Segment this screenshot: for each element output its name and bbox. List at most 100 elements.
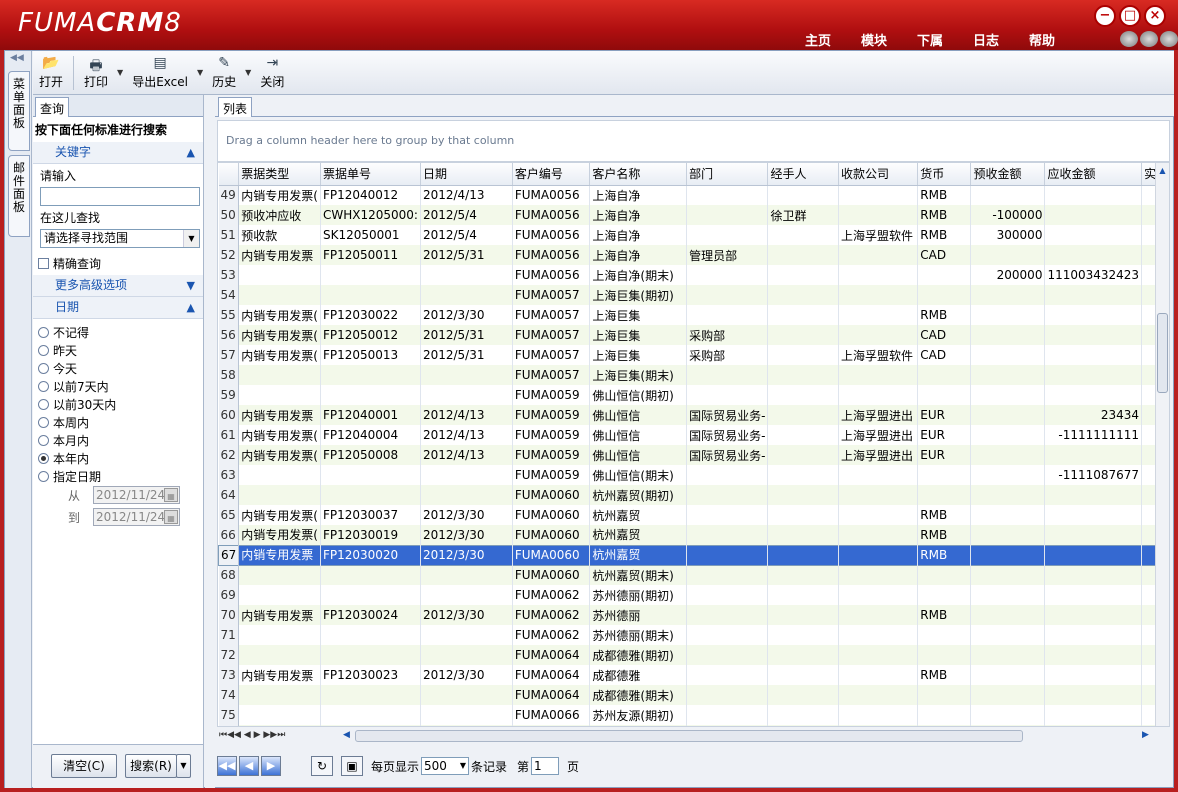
close-window-button[interactable]: ×: [1144, 5, 1166, 27]
minimize-button[interactable]: −: [1094, 5, 1116, 27]
exact-query-checkbox[interactable]: 精确查询: [33, 254, 203, 272]
table-row[interactable]: 53 FUMA0056 上海自净(期末) 200000 111003432423: [218, 265, 1169, 285]
table-row[interactable]: 61 内销专用发票(FP12040004 2012/4/13 FUMA0059 佛山恒信…: [218, 425, 1169, 445]
column-header[interactable]: 预收金额: [970, 163, 1046, 186]
table-row[interactable]: 59 FUMA0059 佛山恒信(期初): [218, 385, 1169, 405]
nav-item-2[interactable]: 下属: [902, 30, 958, 49]
group-by-area[interactable]: Drag a column header here to group by th…: [217, 120, 1170, 162]
restore-button[interactable]: □: [1119, 5, 1141, 27]
date-option-1[interactable]: 昨天: [33, 341, 203, 359]
table-row[interactable]: 51 预收款 SK12050001 2012/5/4 FUMA0056 上海自净 上海孚盟软…: [218, 225, 1169, 245]
table-row[interactable]: 49 内销专用发票(FP12040012 2012/4/13 FUMA0056 上海自净…: [218, 185, 1169, 205]
advanced-options-header[interactable]: 更多高级选项 ▼: [33, 275, 203, 297]
from-date-input[interactable]: 2012/11/24 ▦: [93, 486, 180, 504]
export-dropdown-icon[interactable]: ▼: [197, 68, 203, 77]
date-option-4[interactable]: 以前30天内: [33, 395, 203, 413]
prev-page-button[interactable]: ◀: [239, 756, 259, 776]
vertical-scroll-thumb[interactable]: [1157, 313, 1168, 393]
column-header[interactable]: 收款公司: [838, 163, 919, 186]
record-nav-icons[interactable]: ⏮◀◀ ◀ ▶ ▶▶⏭: [219, 730, 285, 740]
table-row[interactable]: 69 FUMA0062 苏州德丽(期初): [218, 585, 1169, 605]
table-row[interactable]: 67 内销专用发票 FP12030020 2012/3/30 FUMA0060 杭州嘉贸 R…: [218, 545, 1169, 565]
table-row[interactable]: 56 内销专用发票(FP12050012 2012/5/31 FUMA0057 上海巨集…: [218, 325, 1169, 345]
history-dropdown-icon[interactable]: ▼: [245, 68, 251, 77]
theme-button-3[interactable]: [1160, 31, 1178, 47]
table-row[interactable]: 76内销专用发票FP120300212012/3/30FUMA0066苏州友源 R…: [218, 725, 1169, 726]
table-row[interactable]: 66 内销专用发票(FP12030019 2012/3/30 FUMA0060 杭州嘉贸…: [218, 525, 1169, 545]
page-input[interactable]: 1: [531, 757, 560, 775]
column-header[interactable]: 部门: [686, 163, 769, 186]
date-option-5[interactable]: 本周内: [33, 413, 203, 431]
table-row[interactable]: 73 内销专用发票 FP12030023 2012/3/30 FUMA0064 成都德雅 R…: [218, 665, 1169, 685]
table-row[interactable]: 58 FUMA0057 上海巨集(期末): [218, 365, 1169, 385]
nav-item-4[interactable]: 帮助: [1014, 30, 1070, 49]
table-row[interactable]: 71 FUMA0062 苏州德丽(期末): [218, 625, 1169, 645]
column-header[interactable]: 应收金额: [1044, 163, 1143, 186]
table-row[interactable]: 74 FUMA0064 成都德雅(期末): [218, 685, 1169, 705]
theme-button-2[interactable]: [1140, 31, 1158, 47]
close-button[interactable]: ⇥ 关闭: [254, 53, 290, 93]
table-row[interactable]: 60 内销专用发票 FP12040001 2012/4/13 FUMA0059 佛山恒信国…: [218, 405, 1169, 425]
tab-list[interactable]: 列表: [218, 97, 253, 117]
scroll-left-icon[interactable]: ◀: [343, 730, 350, 740]
nav-item-1[interactable]: 模块: [846, 30, 902, 49]
table-row[interactable]: 52 内销专用发票 FP12050011 2012/5/31 FUMA0056 上海自净管…: [218, 245, 1169, 265]
to-date-input[interactable]: 2012/11/24 ▦: [93, 508, 180, 526]
keyword-section-header[interactable]: 关键字 ▲: [33, 142, 203, 164]
calendar-icon[interactable]: ▦: [164, 510, 178, 524]
date-option-7[interactable]: 本年内: [33, 449, 203, 467]
clear-button[interactable]: 清空(C): [51, 754, 117, 778]
refresh-icon[interactable]: ↻: [311, 756, 333, 776]
table-row[interactable]: 75 FUMA0066 苏州友源(期初): [218, 705, 1169, 725]
table-row[interactable]: 57 内销专用发票(FP12050013 2012/5/31 FUMA0057 上海巨集…: [218, 345, 1169, 365]
table-row[interactable]: 55 内销专用发票(FP12030022 2012/3/30 FUMA0057 上海巨集…: [218, 305, 1169, 325]
calendar-icon[interactable]: ▦: [164, 488, 178, 502]
table-row[interactable]: 63 FUMA0059 佛山恒信(期末) -1111087677: [218, 465, 1169, 485]
table-row[interactable]: 68 FUMA0060 杭州嘉贸(期末): [218, 565, 1169, 585]
tab-menu-panel[interactable]: 菜单面板: [8, 71, 30, 151]
print-dropdown-icon[interactable]: ▼: [117, 68, 123, 77]
table-row[interactable]: 64 FUMA0060 杭州嘉贸(期初): [218, 485, 1169, 505]
table-row[interactable]: 54 FUMA0057 上海巨集(期初): [218, 285, 1169, 305]
print-button[interactable]: 🖶 打印: [78, 53, 114, 93]
keyword-input[interactable]: [40, 187, 200, 206]
date-option-6[interactable]: 本月内: [33, 431, 203, 449]
export-excel-button[interactable]: ▤ 导出Excel: [126, 53, 194, 93]
table-row[interactable]: 50 预收冲应收 CWHX1205000: 2012/5/4 FUMA0056 上海自净 徐…: [218, 205, 1169, 225]
column-header[interactable]: 货币: [917, 163, 972, 186]
tab-query[interactable]: 查询: [35, 97, 70, 117]
history-button[interactable]: ✎ 历史: [206, 53, 242, 93]
date-section-header[interactable]: 日期 ▲: [33, 297, 203, 319]
panel-splitter[interactable]: [205, 95, 215, 788]
column-header[interactable]: 票据类型: [238, 163, 321, 186]
table-row[interactable]: 65 内销专用发票(FP12030037 2012/3/30 FUMA0060 杭州嘉贸…: [218, 505, 1169, 525]
scroll-up-icon[interactable]: ▲: [1156, 163, 1169, 175]
tab-mail-panel[interactable]: 邮件面板: [8, 155, 30, 237]
date-option-8[interactable]: 指定日期: [33, 467, 203, 485]
search-dropdown-icon[interactable]: ▼: [176, 754, 191, 778]
scroll-right-icon[interactable]: ▶: [1142, 730, 1149, 740]
date-option-3[interactable]: 以前7天内: [33, 377, 203, 395]
column-header[interactable]: 客户名称: [589, 163, 688, 186]
horizontal-scrollbar[interactable]: [355, 730, 1023, 742]
theme-button-1[interactable]: [1120, 31, 1138, 47]
open-button[interactable]: 📂 打开: [33, 53, 69, 93]
nav-item-3[interactable]: 日志: [958, 30, 1014, 49]
collapse-icon[interactable]: ◀◀: [10, 53, 24, 63]
column-header[interactable]: 日期: [420, 163, 513, 186]
column-header[interactable]: 票据单号: [320, 163, 421, 186]
column-header[interactable]: 客户编号: [512, 163, 591, 186]
nav-item-0[interactable]: 主页: [790, 30, 846, 49]
search-scope-select[interactable]: 请选择寻找范围 ▼: [40, 229, 200, 248]
per-page-select[interactable]: 500 ▼: [421, 757, 470, 775]
next-page-button[interactable]: ▶: [261, 756, 281, 776]
table-row[interactable]: 70 内销专用发票 FP12030024 2012/3/30 FUMA0062 苏州德丽 R…: [218, 605, 1169, 625]
table-row[interactable]: 62 内销专用发票(FP12050008 2012/4/13 FUMA0059 佛山恒信…: [218, 445, 1169, 465]
table-row[interactable]: 72 FUMA0064 成都德雅(期初): [218, 645, 1169, 665]
search-button[interactable]: 搜索(R): [125, 754, 177, 778]
page-setup-icon[interactable]: ▣: [341, 756, 363, 776]
date-option-2[interactable]: 今天: [33, 359, 203, 377]
first-page-button[interactable]: ◀◀: [217, 756, 237, 776]
vertical-scrollbar[interactable]: ▲: [1155, 163, 1169, 726]
date-option-0[interactable]: 不记得: [33, 323, 203, 341]
